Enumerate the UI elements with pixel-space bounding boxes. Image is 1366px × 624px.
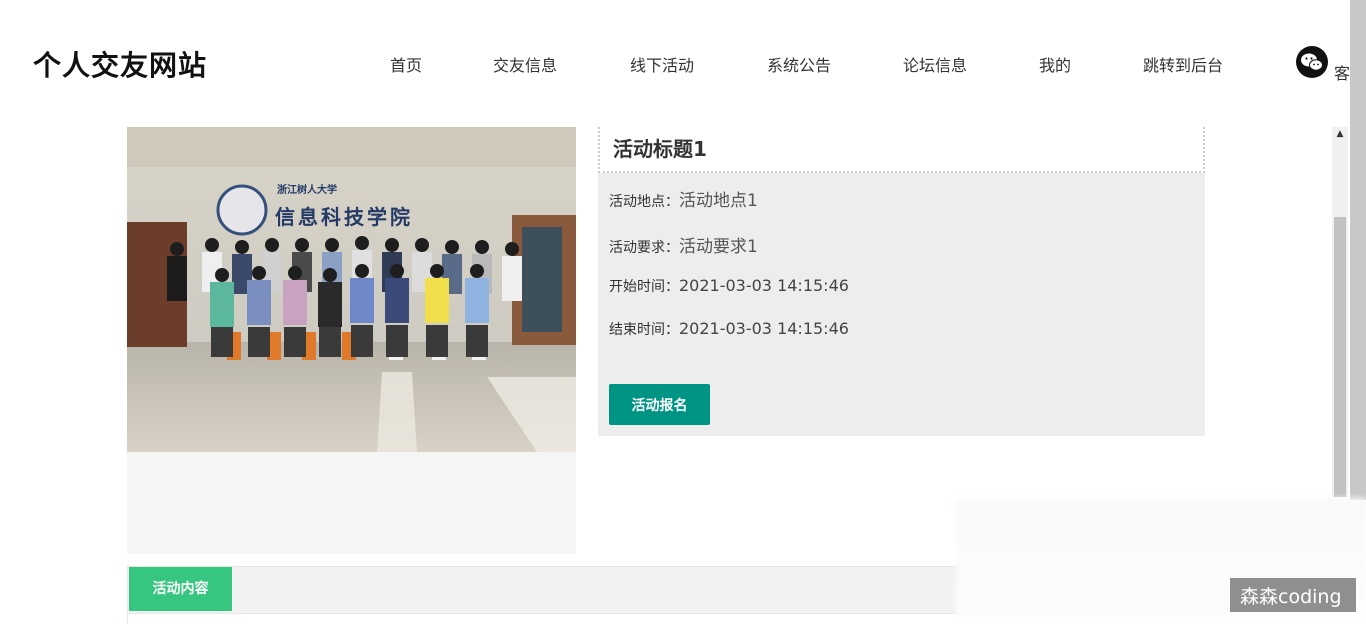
tab-activity-content[interactable]: 活动内容 [129,567,232,611]
nav-item-offline-activities[interactable]: 线下活动 [630,52,694,76]
wechat-icon[interactable] [1296,46,1328,78]
activity-start-row: 开始时间：2021-03-03 14:15:46 [609,276,849,296]
scrollbar-thumb[interactable] [1334,217,1346,497]
site-header: 个人交友网站 首页 交友信息 线下活动 系统公告 论坛信息 我的 跳转到后台 客 [0,0,1350,127]
activity-location-row: 活动地点：活动地点1 [609,186,758,211]
activity-photo: 浙江树人大学 信息科技学院 [127,127,576,452]
activity-end-row: 结束时间：2021-03-03 14:15:46 [609,319,849,339]
activity-signup-button[interactable]: 活动报名 [609,384,710,425]
activity-start-value: 2021-03-03 14:15:46 [679,276,849,295]
nav-item-dating-info[interactable]: 交友信息 [493,52,557,76]
nav-item-forum[interactable]: 论坛信息 [903,52,967,76]
activity-end-value: 2021-03-03 14:15:46 [679,319,849,338]
nav-item-admin[interactable]: 跳转到后台 [1143,52,1223,76]
activity-info-panel: 活动标题1 活动地点：活动地点1 活动要求：活动要求1 开始时间：2021-03… [598,127,1205,436]
inner-scrollbar[interactable]: ▲ [1332,127,1348,497]
nav-item-mine[interactable]: 我的 [1039,52,1071,76]
user-name[interactable]: 客 [1334,60,1350,84]
activity-requirement-value: 活动要求1 [679,237,758,257]
activity-location-value: 活动地点1 [679,191,758,211]
activity-title: 活动标题1 [613,137,707,161]
watermark-badge: 森森coding [1230,578,1356,612]
activity-start-label: 开始时间： [609,279,679,295]
activity-title-bar: 活动标题1 [598,127,1205,173]
activity-requirement-row: 活动要求：活动要求1 [609,232,758,257]
nav-item-announcements[interactable]: 系统公告 [767,52,831,76]
scroll-up-arrow-icon[interactable]: ▲ [1332,127,1348,141]
page-scrollbar[interactable] [1350,0,1366,500]
site-logo[interactable]: 个人交友网站 [33,44,207,84]
activity-location-label: 活动地点： [609,194,679,210]
activity-end-label: 结束时间： [609,322,679,338]
activity-image-container: 浙江树人大学 信息科技学院 [127,127,576,554]
photo-banner-college: 信息科技学院 [275,205,413,229]
nav-item-home[interactable]: 首页 [390,52,422,76]
activity-requirement-label: 活动要求： [609,240,679,256]
group-photo-image: 浙江树人大学 信息科技学院 [127,127,576,452]
photo-banner-school: 浙江树人大学 [277,183,337,196]
